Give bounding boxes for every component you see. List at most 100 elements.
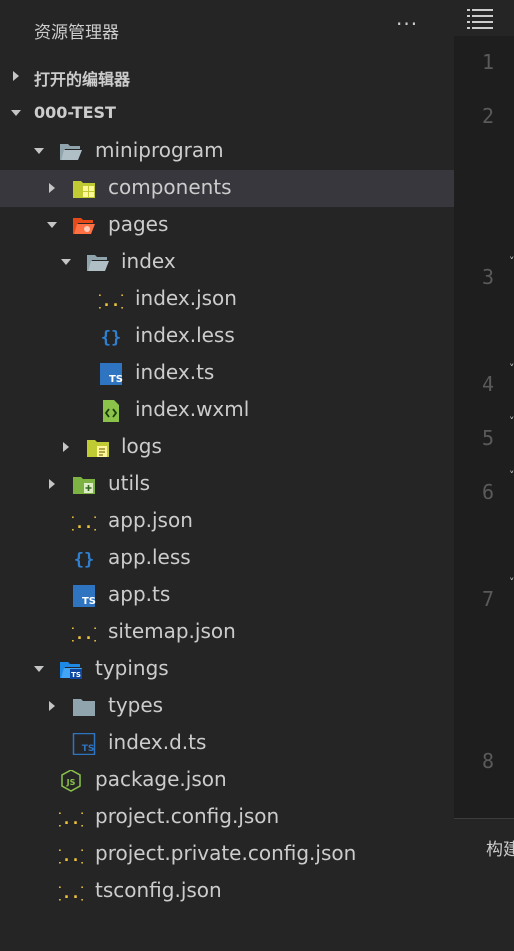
tree-folder-logs[interactable]: logs	[0, 429, 454, 466]
tree-file-app-ts[interactable]: TS app.ts	[0, 577, 454, 614]
tree-file-index-json[interactable]: {..} index.json	[0, 281, 454, 318]
fold-chevron-icon[interactable]: ˅	[509, 469, 514, 482]
fold-chevron-icon[interactable]: ˅	[509, 362, 514, 375]
tree-file-project-config-json[interactable]: {..} project.config.json	[0, 799, 454, 836]
line-number: 3	[482, 265, 495, 289]
tree-folder-miniprogram[interactable]: miniprogram	[0, 133, 454, 170]
tree-item-label: app.less	[108, 545, 191, 569]
svg-text:TS: TS	[71, 671, 81, 679]
typings-folder-icon: TS	[60, 662, 82, 679]
open-editors-section[interactable]: 打开的编辑器	[0, 58, 454, 95]
tree-item-label: project.config.json	[95, 804, 280, 828]
tree-item-label: utils	[108, 471, 151, 495]
explorer-panel: 资源管理器 ··· 打开的编辑器 000-TEST miniprogram co…	[0, 0, 454, 950]
logs-folder-icon	[87, 440, 109, 457]
folder-open-icon	[60, 144, 82, 160]
tree-item-label: miniprogram	[95, 138, 224, 162]
folder-icon	[73, 699, 95, 716]
json-icon: {..}	[59, 810, 83, 828]
line-number: 2	[482, 104, 495, 128]
svg-text:TS: TS	[82, 744, 95, 754]
tree-folder-pages[interactable]: pages	[0, 207, 454, 244]
tree-folder-types[interactable]: types	[0, 688, 454, 725]
workspace-section[interactable]: 000-TEST	[0, 95, 454, 132]
tree-file-package-json[interactable]: JS package.json	[0, 762, 454, 799]
json-icon: {..}	[59, 847, 83, 865]
fold-chevron-icon[interactable]: ˅	[509, 255, 514, 268]
tree-file-index-d-ts[interactable]: TS index.d.ts	[0, 725, 454, 762]
nodejs-icon: JS	[61, 770, 81, 792]
line-number: 8	[482, 749, 495, 773]
chevron-right-icon	[63, 442, 69, 452]
svg-text:{..}: {..}	[59, 847, 83, 865]
tree-file-sitemap-json[interactable]: {..} sitemap.json	[0, 614, 454, 651]
tree-file-project-private-config-json[interactable]: {..} project.private.config.json	[0, 836, 454, 873]
chevron-down-icon	[47, 222, 57, 228]
chevron-right-icon	[49, 479, 55, 489]
line-number: 6	[482, 480, 495, 504]
explorer-header: 资源管理器 ···	[0, 0, 454, 56]
tree-file-index-wxml[interactable]: index.wxml	[0, 392, 454, 429]
svg-text:{..}: {..}	[59, 810, 83, 828]
tree-file-app-less[interactable]: {} app.less	[0, 540, 454, 577]
tree-item-label: typings	[95, 656, 169, 680]
explorer-title: 资源管理器	[34, 23, 119, 43]
json-icon: {..}	[59, 884, 83, 902]
tree-item-label: index.less	[135, 323, 235, 347]
tree-file-tsconfig-json[interactable]: {..} tsconfig.json	[0, 873, 454, 910]
bottom-panel: 构建	[454, 818, 514, 951]
editor-top-bar	[454, 0, 514, 36]
fold-chevron-icon[interactable]: ˅	[509, 415, 514, 428]
tree-item-label: logs	[121, 434, 162, 458]
more-actions-button[interactable]: ···	[396, 12, 418, 36]
tree-file-index-ts[interactable]: TS index.ts	[0, 355, 454, 392]
svg-text:{..}: {..}	[72, 625, 96, 643]
chevron-down-icon	[11, 110, 21, 116]
open-editors-label: 打开的编辑器	[34, 70, 131, 89]
line-number: 7	[482, 587, 495, 611]
wxml-icon	[103, 400, 119, 422]
editor-area: 1 2 3 4 5 6 7 8 ˅ ˅ ˅ ˅ ˅ 构建	[454, 0, 514, 951]
line-number: 5	[482, 426, 495, 450]
chevron-down-icon	[34, 666, 44, 672]
svg-text:TS: TS	[109, 374, 123, 385]
chevron-down-icon	[61, 259, 71, 265]
tree-folder-utils[interactable]: utils	[0, 466, 454, 503]
json-icon: {..}	[72, 625, 96, 643]
json-icon: {..}	[99, 292, 123, 310]
tree-folder-components[interactable]: components	[0, 170, 454, 207]
tree-item-label: index.json	[135, 286, 237, 310]
tree-item-label: index.d.ts	[108, 730, 207, 754]
tree-file-app-json[interactable]: {..} app.json	[0, 503, 454, 540]
tree-item-label: sitemap.json	[108, 619, 236, 643]
tree-folder-index[interactable]: index	[0, 244, 454, 281]
less-icon: {}	[74, 550, 94, 570]
tree-item-label: index.ts	[135, 360, 215, 384]
tree-item-label: index.wxml	[135, 397, 250, 421]
json-icon: {..}	[72, 514, 96, 532]
chevron-right-icon	[49, 183, 55, 193]
chevron-right-icon	[13, 71, 19, 81]
tree-item-label: app.json	[108, 508, 193, 532]
tree-folder-typings[interactable]: TS typings	[0, 651, 454, 688]
outline-list-icon[interactable]	[467, 7, 493, 29]
tree-item-label: package.json	[95, 767, 227, 791]
bottom-panel-tab[interactable]: 构建	[486, 835, 514, 860]
tree-item-label: app.ts	[108, 582, 171, 606]
typescript-icon: TS	[100, 363, 123, 385]
line-number: 4	[482, 372, 495, 396]
folder-open-icon	[87, 255, 109, 271]
tree-file-index-less[interactable]: {} index.less	[0, 318, 454, 355]
fold-chevron-icon[interactable]: ˅	[509, 576, 514, 589]
chevron-right-icon	[49, 701, 55, 711]
svg-text:{..}: {..}	[72, 514, 96, 532]
utils-folder-icon	[73, 477, 95, 494]
svg-text:{}: {}	[74, 550, 94, 570]
svg-text:JS: JS	[66, 778, 76, 787]
pages-folder-icon	[73, 218, 95, 234]
chevron-down-icon	[34, 148, 44, 154]
tree-item-label: tsconfig.json	[95, 878, 222, 902]
svg-text:{..}: {..}	[59, 884, 83, 902]
svg-text:{..}: {..}	[99, 292, 123, 310]
typescript-def-icon: TS	[72, 733, 96, 755]
